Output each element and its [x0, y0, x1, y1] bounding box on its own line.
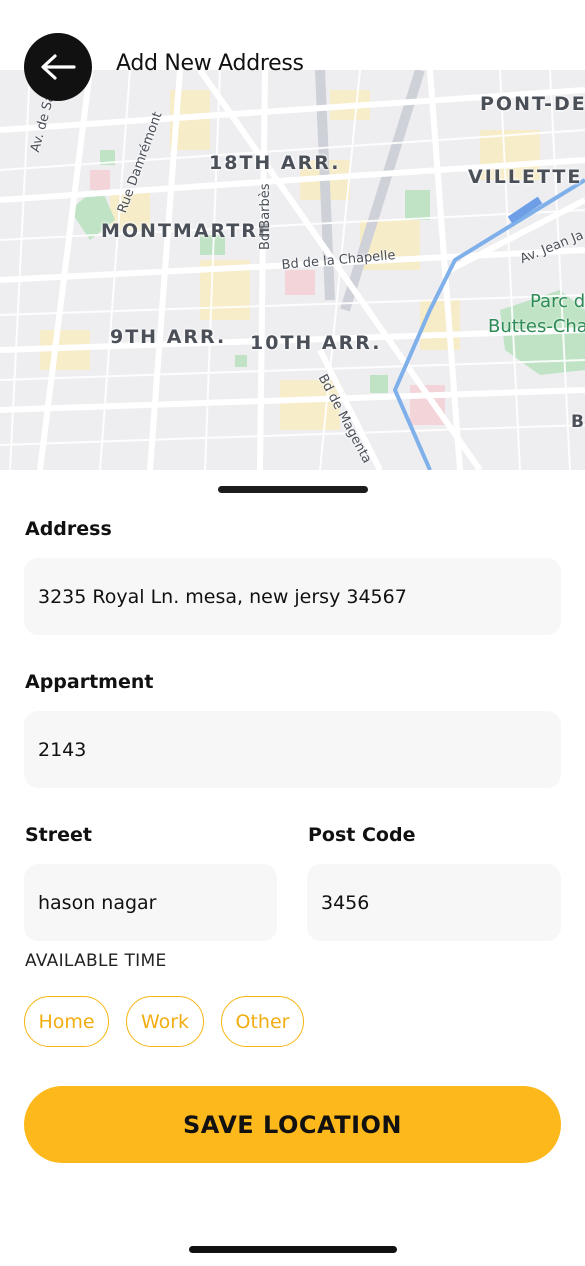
chip-home[interactable]: Home	[24, 996, 109, 1047]
address-field[interactable]: 3235 Royal Ln. mesa, new jersy 34567	[24, 558, 561, 635]
chip-work[interactable]: Work	[126, 996, 204, 1047]
address-label: Address	[25, 518, 112, 540]
postcode-label: Post Code	[308, 824, 416, 846]
street-label-barbes: Bd Barbès	[258, 183, 273, 250]
chip-other[interactable]: Other	[221, 996, 304, 1047]
map-label-edge: B	[571, 412, 584, 432]
page-title: Add New Address	[116, 51, 304, 76]
map-label-villette: VILLETTE	[468, 166, 583, 188]
back-button[interactable]	[24, 33, 92, 101]
map-label-montmartre: MONTMARTRE	[101, 220, 273, 242]
save-location-button[interactable]: SAVE LOCATION	[24, 1086, 561, 1163]
postcode-field[interactable]: 3456	[307, 864, 561, 941]
map-label-9th: 9TH ARR.	[110, 326, 227, 348]
map-label-pont-de: PONT-DE-F	[480, 93, 585, 115]
street-label: Street	[25, 824, 92, 846]
map-view[interactable]: 18TH ARR. MONTMARTRE 9TH ARR. 10TH ARR. …	[0, 70, 585, 470]
arrow-left-icon	[41, 54, 76, 80]
street-field[interactable]: hason nagar	[24, 864, 277, 941]
sheet-drag-handle[interactable]	[218, 486, 368, 493]
map-label-18th: 18TH ARR.	[209, 152, 341, 174]
apartment-label: Appartment	[25, 671, 154, 693]
park-label-line2: Buttes-Cha	[488, 316, 585, 337]
home-indicator	[189, 1246, 397, 1253]
available-time-label: AVAILABLE TIME	[25, 951, 167, 971]
apartment-field[interactable]: 2143	[24, 711, 561, 788]
park-label-line1: Parc d	[530, 291, 585, 312]
map-label-10th: 10TH ARR.	[250, 332, 382, 354]
